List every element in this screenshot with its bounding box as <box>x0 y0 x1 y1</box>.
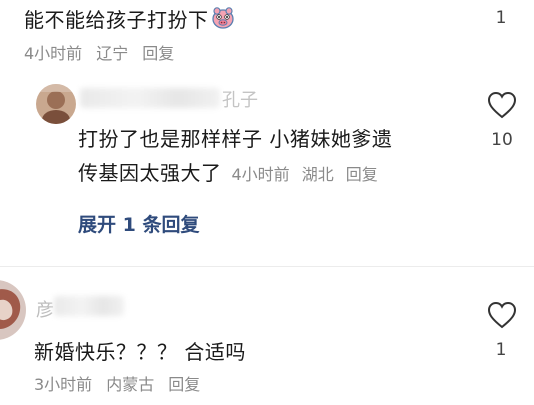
reply-text-line2: 传基因太强大了 4小时前 湖北 回复 <box>78 156 478 192</box>
blurred-username <box>54 296 124 316</box>
avatar[interactable] <box>0 280 26 340</box>
reply-button[interactable]: 回复 <box>142 44 174 63</box>
like-count: 10 <box>491 130 513 150</box>
reply-button[interactable]: 回复 <box>346 165 378 184</box>
comment-body: 新婚快乐？？？ 合适吗 <box>34 340 246 364</box>
reply-meta: 4小时前 湖北 回复 <box>232 165 378 184</box>
like-count: 1 <box>495 340 507 360</box>
reply-time: 4小时前 <box>231 165 290 184</box>
like-button[interactable] <box>486 300 518 334</box>
avatar[interactable] <box>36 84 76 124</box>
reply-button[interactable]: 回复 <box>168 375 200 394</box>
comment-meta: 3小时前 内蒙古 回复 <box>34 371 200 395</box>
comment-meta: 4小时前 辽宁 回复 <box>24 40 174 64</box>
blurred-username <box>80 88 220 108</box>
comment-location: 内蒙古 <box>106 375 155 394</box>
comment-text: 能不能给孩子打扮下 <box>24 4 235 35</box>
heart-icon <box>487 301 517 329</box>
like-button[interactable] <box>486 90 518 124</box>
reply-location: 湖北 <box>301 165 334 184</box>
comment-body: 能不能给孩子打扮下 <box>24 8 209 32</box>
comment-time: 4小时前 <box>24 44 83 63</box>
reply-text-line1: 打扮了也是那样样子 小猪妹她爹遗 <box>78 127 393 151</box>
reply-body: 打扮了也是那样样子 小猪妹她爹遗 传基因太强大了 4小时前 湖北 回复 <box>78 122 478 192</box>
heart-icon <box>487 91 517 119</box>
reply-text-line2-content: 传基因太强大了 <box>78 161 222 185</box>
like-count: 1 <box>495 8 507 28</box>
divider <box>0 266 534 267</box>
username-fragment: 彦 <box>36 300 54 321</box>
username-fragment: 孔子 <box>222 90 258 111</box>
pig-face-emoji-icon <box>211 6 235 35</box>
expand-replies-link[interactable]: 展开 1 条回复 <box>78 210 199 237</box>
comment-time: 3小时前 <box>34 375 93 394</box>
comment-location: 辽宁 <box>96 44 129 63</box>
